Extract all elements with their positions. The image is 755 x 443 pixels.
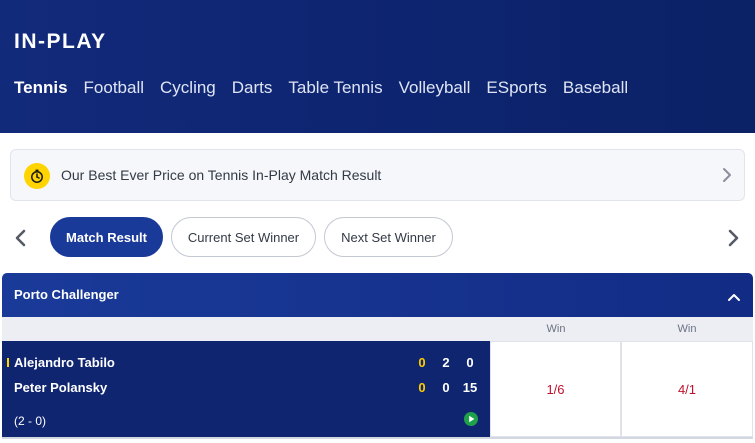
sport-tabs: Tennis Football Cycling Darts Table Tenn… <box>14 78 628 98</box>
scroll-left-arrow-icon[interactable] <box>14 229 28 252</box>
player-score: 0 <box>418 355 426 370</box>
scroll-right-arrow-icon[interactable] <box>726 229 740 252</box>
player-name: Peter Polansky <box>14 380 108 395</box>
tab-next-set-winner[interactable]: Next Set Winner <box>324 217 453 257</box>
tab-baseball[interactable]: Baseball <box>563 78 628 98</box>
serving-indicator <box>7 358 9 367</box>
event-header[interactable]: Porto Challenger <box>2 273 753 317</box>
player-score: 2 <box>442 355 450 370</box>
promo-text: Our Best Ever Price on Tennis In-Play Ma… <box>61 167 382 183</box>
column-label-win: Win <box>546 323 566 335</box>
player-name: Alejandro Tabilo <box>14 355 115 370</box>
tab-darts[interactable]: Darts <box>232 78 273 98</box>
chevron-right-icon <box>722 167 732 188</box>
tab-match-result[interactable]: Match Result <box>50 217 163 257</box>
event-title: Porto Challenger <box>14 287 119 302</box>
tab-table-tennis[interactable]: Table Tennis <box>288 78 382 98</box>
live-play-icon[interactable] <box>464 412 478 431</box>
tab-cycling[interactable]: Cycling <box>160 78 216 98</box>
tab-football[interactable]: Football <box>84 78 144 98</box>
player-score: 0 <box>466 355 474 370</box>
column-label-win: Win <box>677 323 697 335</box>
odds-column-header-row: Win Win <box>2 317 753 341</box>
stopwatch-icon <box>24 163 50 189</box>
chevron-up-icon[interactable] <box>727 289 741 307</box>
promo-banner[interactable]: Our Best Ever Price on Tennis In-Play Ma… <box>10 149 745 201</box>
tab-current-set-winner[interactable]: Current Set Winner <box>171 217 316 257</box>
divider <box>2 437 753 439</box>
tab-esports[interactable]: ESports <box>486 78 546 98</box>
match-row[interactable]: Alejandro Tabilo 0 2 0 Peter Polansky 0 … <box>2 341 490 437</box>
in-play-header: IN-PLAY Tennis Football Cycling Darts Ta… <box>0 0 755 133</box>
page-title: IN-PLAY <box>14 30 107 53</box>
odds-button[interactable]: 1/6 <box>490 341 621 437</box>
odds-button[interactable]: 4/1 <box>621 341 753 437</box>
sets-score: (2 - 0) <box>14 414 47 428</box>
tab-tennis[interactable]: Tennis <box>14 78 68 98</box>
player-score: 0 <box>418 380 426 395</box>
player-score: 15 <box>462 380 478 395</box>
tab-volleyball[interactable]: Volleyball <box>399 78 471 98</box>
player-score: 0 <box>442 380 450 395</box>
